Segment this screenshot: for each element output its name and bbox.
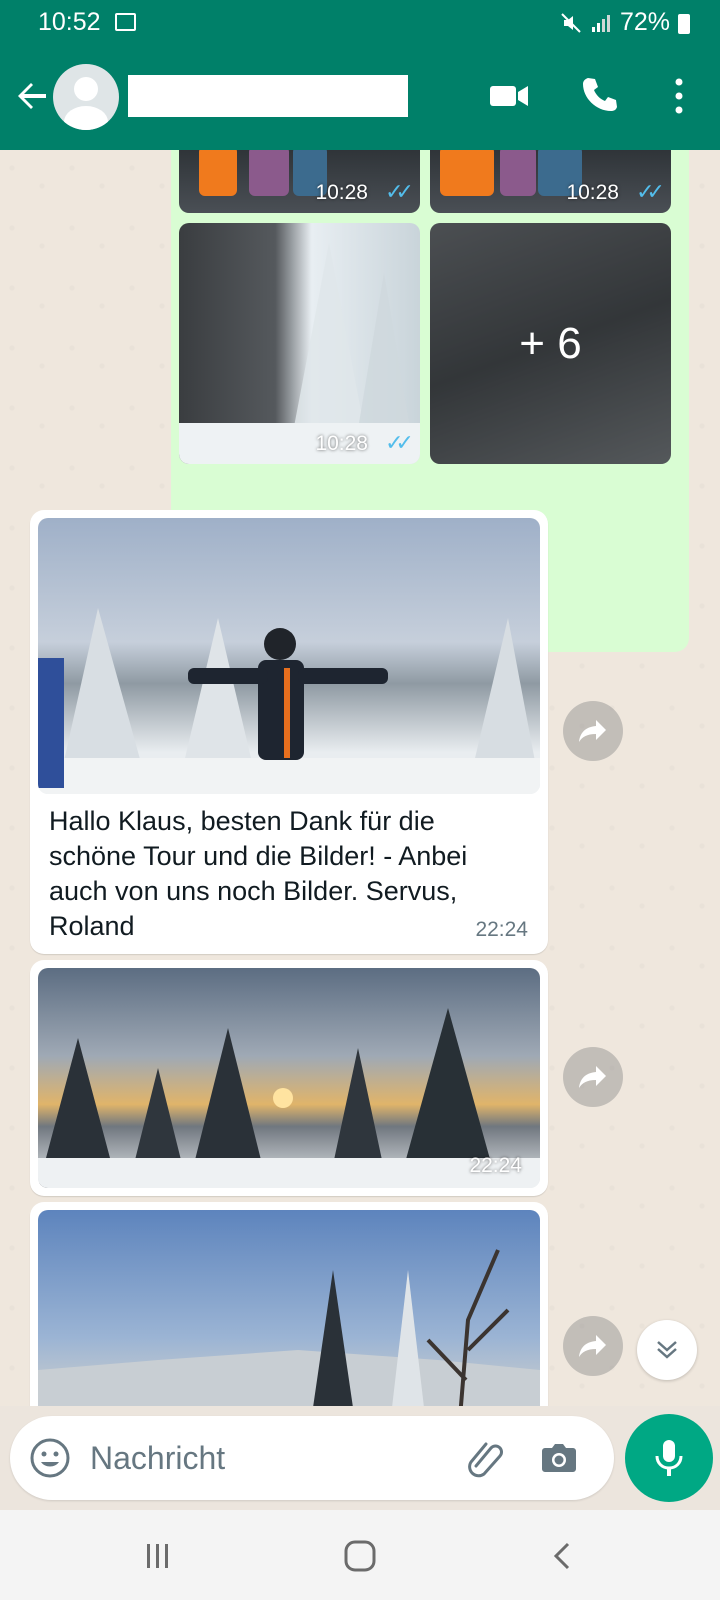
image-tile[interactable]: 10:28 ✓✓ (179, 223, 420, 464)
back-arrow-icon[interactable] (12, 76, 52, 116)
chat-header (0, 46, 720, 150)
battery-percent: 72% (619, 8, 670, 36)
tree-graphic (179, 243, 420, 464)
image-time: 10:28 (315, 432, 368, 455)
read-ticks-icon: ✓✓ (636, 179, 665, 204)
image-tile-more[interactable]: + 6 (430, 223, 671, 464)
camera-icon[interactable] (537, 1436, 581, 1480)
read-ticks-icon: ✓✓ (385, 430, 414, 455)
forward-button[interactable] (563, 701, 623, 761)
message-caption: Hallo Klaus, besten Dank für die schöne … (49, 806, 468, 941)
avatar[interactable] (53, 64, 119, 130)
more-vert-icon[interactable] (664, 74, 694, 118)
recent-apps-button[interactable] (136, 1534, 180, 1578)
message-input[interactable] (90, 1434, 450, 1482)
message-image[interactable]: 22:24 (38, 968, 540, 1188)
signal-icon (591, 14, 610, 32)
forward-icon (579, 720, 606, 742)
contact-name[interactable] (128, 75, 408, 117)
chat-area[interactable]: 10:28 ✓✓ 10:28 ✓✓ 10:28 ✓✓ + 6 Hallo Kla… (0, 150, 720, 1406)
image-time: 10:28 (315, 181, 368, 204)
incoming-message[interactable] (30, 1202, 548, 1406)
image-time: 10:28 (566, 181, 619, 204)
recent-apps-icon (147, 1544, 168, 1568)
forward-button[interactable] (563, 1316, 623, 1376)
more-images-overlay: + 6 (430, 223, 671, 464)
mute-icon (561, 12, 581, 33)
message-image[interactable] (38, 1210, 540, 1406)
battery-icon (678, 14, 690, 34)
image-icon (115, 13, 136, 31)
attach-icon[interactable] (462, 1436, 506, 1480)
back-chevron-icon (553, 1542, 570, 1570)
home-button[interactable] (338, 1534, 382, 1578)
photo-graphic (38, 1008, 540, 1188)
more-images-count: + 6 (519, 318, 582, 368)
video-call-icon[interactable] (488, 76, 530, 116)
mic-button[interactable] (625, 1414, 713, 1502)
photo-graphic (38, 1249, 540, 1406)
phone-icon[interactable] (580, 74, 620, 114)
avatar-icon (64, 77, 108, 130)
message-composer (10, 1416, 614, 1500)
forward-icon (579, 1066, 606, 1088)
status-bar: 10:52 72% (0, 0, 720, 46)
forward-icon (579, 1335, 606, 1357)
message-image[interactable] (38, 518, 540, 794)
system-nav-bar (0, 1510, 720, 1600)
back-button[interactable] (540, 1534, 584, 1578)
incoming-message[interactable]: Hallo Klaus, besten Dank für die schöne … (30, 510, 548, 954)
scroll-to-bottom-button[interactable] (637, 1320, 697, 1380)
image-tile[interactable]: 10:28 ✓✓ (179, 150, 420, 213)
double-chevron-down-icon (657, 1341, 677, 1359)
mic-icon (655, 1440, 683, 1476)
message-time: 22:24 (475, 918, 528, 941)
emoji-icon[interactable] (28, 1436, 72, 1480)
home-icon (344, 1540, 376, 1572)
forward-button[interactable] (563, 1047, 623, 1107)
incoming-message[interactable]: 22:24 (30, 960, 548, 1196)
photo-graphic (38, 608, 540, 794)
image-tile[interactable]: 10:28 ✓✓ (430, 150, 671, 213)
read-ticks-icon: ✓✓ (385, 179, 414, 204)
message-time: 22:24 (469, 1154, 522, 1177)
status-time: 10:52 (38, 8, 101, 36)
